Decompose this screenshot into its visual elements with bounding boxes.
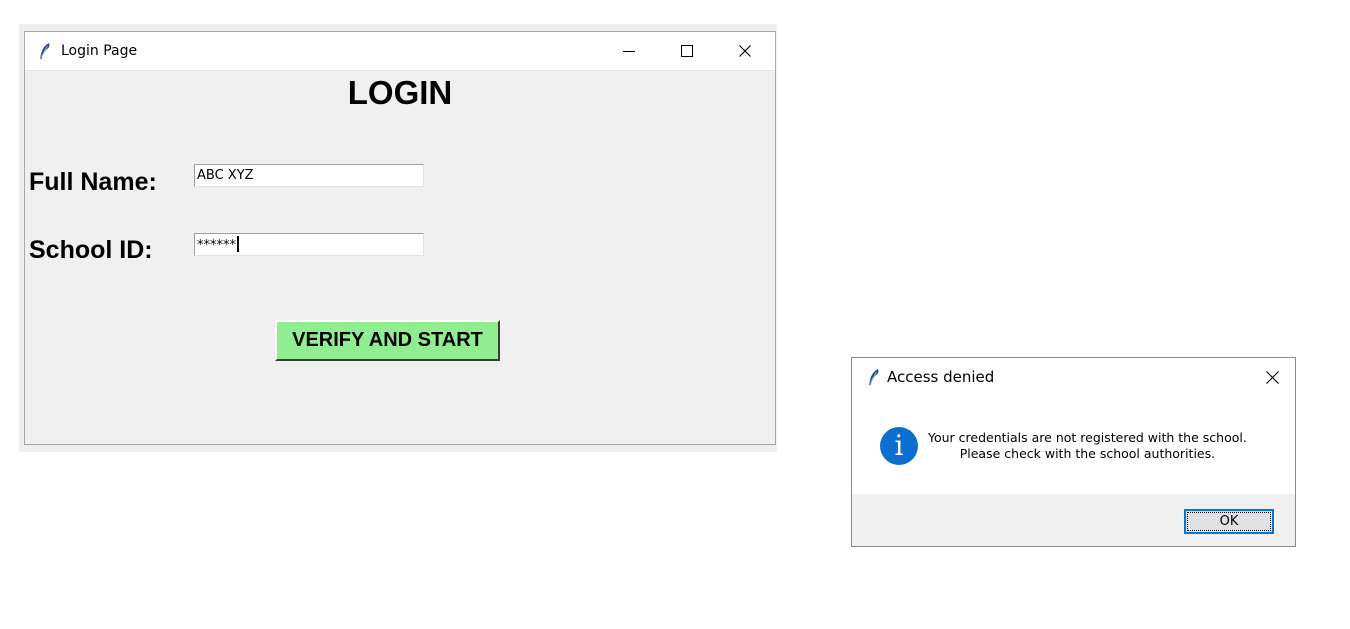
close-button[interactable] <box>716 32 774 70</box>
login-window: Login Page LOGIN Full Name: ABC XYZ Scho… <box>24 31 776 445</box>
close-icon <box>739 45 751 57</box>
dialog-footer: OK <box>852 494 1295 546</box>
ok-button[interactable]: OK <box>1184 509 1274 534</box>
full-name-field[interactable]: ABC XYZ <box>194 164 424 187</box>
access-denied-dialog: Access denied i Your credentials are not… <box>851 357 1296 547</box>
maximize-button[interactable] <box>658 32 716 70</box>
dialog-close-button[interactable] <box>1250 358 1295 396</box>
full-name-value: ABC XYZ <box>197 168 254 183</box>
verify-and-start-button[interactable]: VERIFY AND START <box>275 320 500 361</box>
feather-icon <box>868 369 879 385</box>
dialog-title-bar[interactable]: Access denied <box>852 358 1295 396</box>
message-line-2: Please check with the school authorities… <box>959 446 1216 461</box>
dialog-title: Access denied <box>887 368 995 386</box>
close-icon <box>1266 370 1279 384</box>
school-id-field[interactable]: ****** <box>194 233 424 256</box>
maximize-icon <box>681 45 693 57</box>
minimize-button[interactable] <box>600 32 658 70</box>
dialog-message: Your credentials are not registered with… <box>928 430 1247 462</box>
school-id-value: ****** <box>197 238 236 253</box>
minimize-icon <box>623 51 635 52</box>
title-bar[interactable]: Login Page <box>25 32 775 71</box>
full-name-label: Full Name: <box>29 168 157 196</box>
feather-icon <box>39 43 50 59</box>
login-heading: LOGIN <box>347 74 453 111</box>
window-title: Login Page <box>61 43 138 59</box>
school-id-label: School ID: <box>29 236 153 264</box>
text-caret <box>237 236 239 252</box>
message-line-1: Your credentials are not registered with… <box>928 430 1247 445</box>
info-icon: i <box>880 427 918 465</box>
